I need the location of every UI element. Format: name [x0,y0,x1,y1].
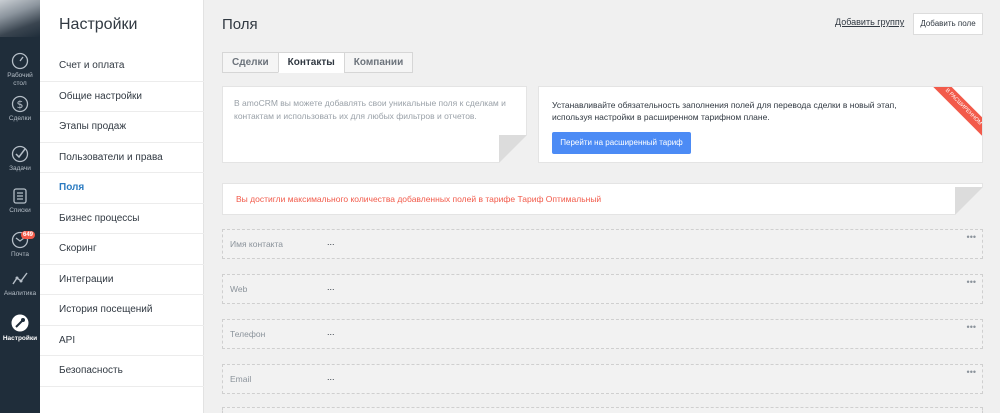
field-row[interactable]: Email ... ••• [222,364,983,394]
sidebar-item-business-processes[interactable]: Бизнес процессы [40,204,204,234]
add-group-link[interactable]: Добавить группу [835,17,904,27]
tab-deals[interactable]: Сделки [222,52,279,73]
nav-item-settings[interactable]: Настройки [0,313,40,343]
dashboard-icon [11,52,29,70]
limit-warning-text: Вы достигли максимального количества доб… [236,194,602,204]
upgrade-plan-button[interactable]: Перейти на расширенный тариф [552,132,691,154]
sidebar-item-security[interactable]: Безопасность [40,356,204,387]
field-name: Имя контакта [230,239,284,249]
nav-label: Рабочий стол [7,72,33,87]
check-icon [11,145,29,163]
nav-item-dashboard[interactable]: Рабочий стол [0,52,40,88]
info-card: В amoCRM вы можете добавлять свои уникал… [222,86,527,163]
sidebar-title: Настройки [59,16,138,33]
sidebar-item-general[interactable]: Общие настройки [40,82,204,112]
nav-label: Списки [9,207,31,214]
field-row[interactable]: Имя контакта ... ••• [222,229,983,259]
field-value: ... [327,327,335,337]
nav-logo-image [0,0,40,37]
upgrade-text: Устанавливайте обязательность заполнения… [552,100,897,122]
sidebar-item-fields[interactable]: Поля [40,173,204,204]
sidebar-item-billing[interactable]: Счет и оплата [40,51,204,82]
sidebar-item-pipeline[interactable]: Этапы продаж [40,112,204,143]
sidebar-item-api[interactable]: API [40,326,204,356]
field-name: Web [230,284,248,294]
page-title: Поля [222,16,258,33]
nav-label: Почта [10,251,30,258]
tab-companies[interactable]: Компании [343,52,414,73]
field-name: Email [230,374,252,384]
sidebar-item-scoring[interactable]: Скоринг [40,234,204,265]
nav-label: Настройки [2,335,38,342]
settings-icon [11,314,29,332]
info-text: В amoCRM вы можете добавлять свои уникал… [234,98,506,121]
main-nav: Рабочий стол $ Сделки Задачи Списки 649 … [0,0,40,413]
upgrade-card: Устанавливайте обязательность заполнения… [538,86,983,163]
field-value: ... [327,237,335,247]
limit-warning-card: Вы достигли максимального количества доб… [222,183,983,215]
nav-label: Задачи [9,165,31,172]
page-fold-decoration [955,187,983,215]
field-value: ... [327,282,335,292]
nav-label: Аналитика [3,290,37,297]
extended-plan-ribbon: В РАСШИРЕННОМ [926,87,982,144]
sidebar-item-visit-history[interactable]: История посещений [40,295,204,326]
nav-item-mail[interactable]: 649 Почта [0,231,40,259]
nav-item-analytics[interactable]: Аналитика [0,270,40,298]
sidebar-item-users[interactable]: Пользователи и права [40,143,204,173]
more-options-icon[interactable]: ••• [967,277,976,287]
more-options-icon[interactable]: ••• [967,367,976,377]
entity-tabs: Сделки Контакты Компании [222,52,414,73]
nav-label: Сделки [8,115,32,122]
nav-item-lists[interactable]: Списки [0,187,40,215]
add-field-button[interactable]: Добавить поле [913,13,983,35]
list-icon [13,188,27,204]
sidebar-item-integrations[interactable]: Интеграции [40,265,204,295]
more-options-icon[interactable]: ••• [967,322,976,332]
more-options-icon[interactable]: ••• [967,232,976,242]
field-value: ... [327,372,335,382]
field-row-partial [222,407,983,413]
main-content: Поля Добавить группу Добавить поле Сделк… [205,0,1000,413]
nav-item-tasks[interactable]: Задачи [0,145,40,173]
dollar-icon: $ [11,95,29,113]
analytics-icon [12,272,28,285]
sidebar-list: Счет и оплата Общие настройки Этапы прод… [40,51,204,387]
mail-count-badge: 649 [21,231,36,239]
field-row[interactable]: Web ... ••• [222,274,983,304]
svg-text:$: $ [17,98,24,111]
page-fold-decoration [499,135,527,163]
settings-sidebar: Настройки Счет и оплата Общие настройки … [40,0,204,413]
field-row[interactable]: Телефон ... ••• [222,319,983,349]
field-name: Телефон [230,329,266,339]
tab-contacts[interactable]: Контакты [277,52,345,73]
nav-item-deals[interactable]: $ Сделки [0,95,40,123]
